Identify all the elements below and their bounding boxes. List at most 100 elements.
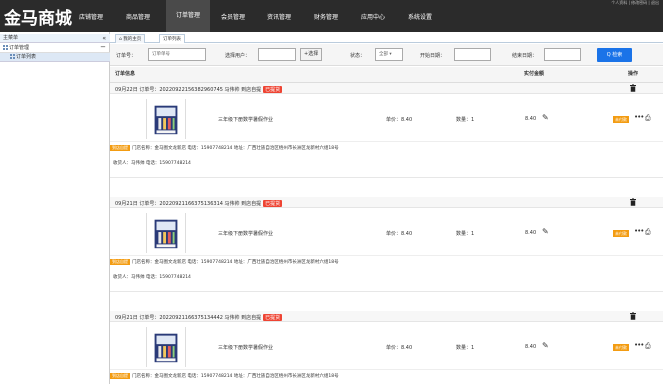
divider	[110, 177, 663, 178]
order-header-text: 09月22日 订单号：20220922156382960745 马伟帅 到店自提	[115, 87, 262, 93]
sidebar-group-orders[interactable]: 订单管理 −	[0, 43, 110, 53]
store-text: 门店名称：金马图文龙新店 电话：15907748214 地址：广西壮族自治区梧州…	[132, 374, 339, 379]
order-card: 09月21日 订单号：20220921166375134442 马伟帅 到店自提…	[110, 311, 663, 384]
product-name[interactable]: 三年级下册数学暑假作业	[218, 230, 273, 237]
grid-icon	[10, 54, 15, 59]
order-no-label: 订单号：	[116, 53, 137, 59]
end-date-label: 结束日期：	[512, 53, 538, 59]
top-navbar: 金马商城 店铺管理 商品管理 订单管理 会员管理 资讯管理 财务管理 应用中心 …	[0, 0, 663, 32]
store-info: 到店自提 门店名称：金马图文龙新店 电话：15907748214 地址：广西壮族自…	[110, 145, 339, 151]
edit-pencil-icon[interactable]: ✎	[542, 341, 549, 350]
edit-pencil-icon[interactable]: ✎	[542, 113, 549, 122]
col-paid: 实付金额	[524, 71, 545, 77]
unpaid-status-badge: 未付款	[613, 116, 629, 123]
unit-price: 单价：8.40	[386, 345, 413, 351]
col-order-info: 订单信息	[115, 71, 136, 77]
nav-apps[interactable]: 应用中心	[361, 12, 385, 21]
order-item: 三年级下册数学暑假作业 单价：8.40 数量：1 8.40 ✎ 未付款 ••• …	[110, 322, 663, 370]
collapse-sidebar-icon[interactable]: «	[102, 34, 106, 43]
picked-up-badge: 已提货	[263, 86, 283, 93]
order-header: 09月22日 订单号：20220922156382960745 马伟帅 到店自提…	[110, 83, 663, 94]
brand-logo: 金马商城	[4, 9, 72, 29]
order-no-input[interactable]: 订单单号	[148, 48, 206, 61]
end-date-input[interactable]	[544, 48, 581, 61]
receiver-info: 收货人：马伟帅 电话：15907748214	[113, 161, 191, 166]
nav-orders[interactable]: 订单管理	[166, 0, 210, 32]
pickup-tag: 到店自提	[110, 373, 130, 379]
pickup-tag: 到店自提	[110, 259, 130, 265]
nav-members[interactable]: 会员管理	[221, 12, 245, 21]
status-select[interactable]: 全部 ▾	[375, 48, 403, 61]
more-icon[interactable]: •••	[634, 227, 644, 235]
page-tabs: ⌂ 我的主页 订单列表	[110, 33, 663, 43]
paid-amount: 8.40	[525, 344, 537, 350]
picked-up-badge: 已提货	[263, 314, 283, 321]
unpaid-status-badge: 未付款	[613, 230, 629, 237]
trash-icon[interactable]	[630, 312, 636, 320]
product-name[interactable]: 三年级下册数学暑假作业	[218, 116, 273, 123]
grid-icon	[3, 45, 8, 50]
order-header: 09月21日 订单号：20220921166375134442 马伟帅 到店自提…	[110, 311, 663, 322]
user-input[interactable]	[258, 48, 296, 61]
paid-amount: 8.40	[525, 230, 537, 236]
store-text: 门店名称：金马图文龙新店 电话：15907748214 地址：广西壮族自治区梧州…	[132, 260, 339, 265]
start-date-input[interactable]	[454, 48, 491, 61]
paid-amount: 8.40	[525, 116, 537, 122]
trash-icon[interactable]	[630, 198, 636, 206]
edit-pencil-icon[interactable]: ✎	[542, 227, 549, 236]
sidebar-item-label: 订单列表	[16, 54, 37, 60]
quantity: 数量：1	[456, 345, 475, 351]
pickup-tag: 到店自提	[110, 145, 130, 151]
search-button[interactable]: Q 检索	[597, 48, 632, 62]
order-header-text: 09月21日 订单号：20220921166375136314 马伟帅 到店自提	[115, 201, 262, 207]
select-user-button[interactable]: +选择	[300, 48, 323, 61]
tab-order-list[interactable]: 订单列表	[159, 34, 185, 43]
user-links[interactable]: 个人资料 | 修改密码 | 退出	[611, 0, 659, 6]
divider	[110, 291, 663, 292]
order-header: 09月21日 订单号：20220921166375136314 马伟帅 到店自提…	[110, 197, 663, 208]
nav-store[interactable]: 店铺管理	[79, 12, 103, 21]
quantity: 数量：1	[456, 231, 475, 237]
product-thumbnail[interactable]	[146, 213, 186, 253]
store-text: 门店名称：金马图文龙新店 电话：15907748214 地址：广西壮族自治区梧州…	[132, 146, 339, 151]
minus-icon[interactable]: −	[100, 43, 106, 52]
print-icon[interactable]: ⎙	[645, 342, 651, 351]
unpaid-status-badge: 未付款	[613, 344, 629, 351]
col-ops: 操作	[628, 71, 639, 77]
nav-news[interactable]: 资讯管理	[267, 12, 291, 21]
unit-price: 单价：8.40	[386, 117, 413, 123]
sidebar-header: 主菜单 «	[0, 34, 110, 43]
nav-finance[interactable]: 财务管理	[314, 12, 338, 21]
receiver-info: 收货人：马伟帅 电话：15907748214	[113, 275, 191, 280]
store-info: 到店自提 门店名称：金马图文龙新店 电话：15907748214 地址：广西壮族自…	[110, 373, 339, 379]
product-thumbnail[interactable]	[146, 99, 186, 139]
start-date-label: 开始日期：	[420, 53, 446, 59]
sidebar-item-order-list[interactable]: 订单列表	[0, 53, 110, 62]
order-card: 09月22日 订单号：20220922156382960745 马伟帅 到店自提…	[110, 83, 663, 188]
table-header: 订单信息 实付金额 操作	[110, 67, 663, 83]
sidebar-group-label: 订单管理	[9, 45, 30, 51]
nav-goods[interactable]: 商品管理	[126, 12, 150, 21]
sidebar: 主菜单 « 订单管理 − 订单列表	[0, 32, 110, 384]
user-label: 选择用户：	[225, 53, 251, 59]
print-icon[interactable]: ⎙	[645, 228, 651, 237]
more-icon[interactable]: •••	[634, 341, 644, 349]
sidebar-title: 主菜单	[3, 35, 19, 41]
store-info: 到店自提 门店名称：金马图文龙新店 电话：15907748214 地址：广西壮族自…	[110, 259, 339, 265]
product-thumbnail[interactable]	[146, 327, 186, 367]
filter-bar: 订单号： 订单单号 选择用户： +选择 状态： 全部 ▾ 开始日期： 结束日期：	[110, 44, 663, 66]
status-label: 状态：	[350, 53, 366, 59]
order-card: 09月21日 订单号：20220921166375136314 马伟帅 到店自提…	[110, 197, 663, 302]
order-item: 三年级下册数学暑假作业 单价：8.40 数量：1 8.40 ✎ 未付款 ••• …	[110, 208, 663, 256]
unit-price: 单价：8.40	[386, 231, 413, 237]
quantity: 数量：1	[456, 117, 475, 123]
more-icon[interactable]: •••	[634, 113, 644, 121]
tab-home[interactable]: ⌂ 我的主页	[115, 34, 146, 43]
order-item: 三年级下册数学暑假作业 单价：8.40 数量：1 8.40 ✎ 未付款 ••• …	[110, 94, 663, 142]
order-header-text: 09月21日 订单号：20220921166375134442 马伟帅 到店自提	[115, 315, 262, 321]
print-icon[interactable]: ⎙	[645, 114, 651, 123]
product-name[interactable]: 三年级下册数学暑假作业	[218, 344, 273, 351]
nav-settings[interactable]: 系统设置	[408, 12, 432, 21]
picked-up-badge: 已提货	[263, 200, 283, 207]
trash-icon[interactable]	[630, 84, 636, 92]
